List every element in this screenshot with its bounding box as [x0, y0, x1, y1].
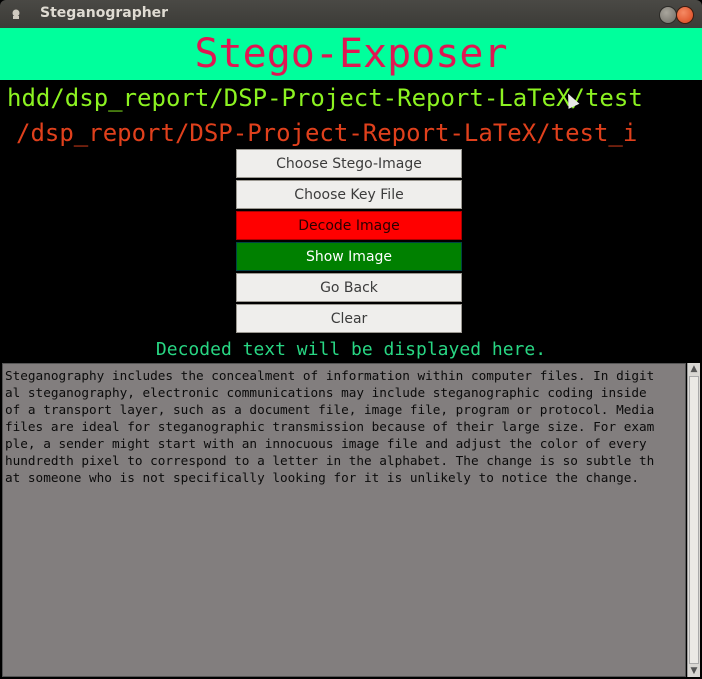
decoded-text: Steganography includes the concealment o…	[5, 368, 655, 485]
stego-image-path: hdd/dsp_report/DSP-Project-Report-LaTeX/…	[7, 84, 643, 112]
button-stack: Choose Stego-Image Choose Key File Decod…	[236, 149, 464, 333]
decode-image-button[interactable]: Decode Image	[236, 211, 462, 240]
choose-stego-image-button[interactable]: Choose Stego-Image	[236, 149, 462, 178]
close-icon[interactable]	[676, 6, 694, 24]
clear-button[interactable]: Clear	[236, 304, 462, 333]
scrollbar-thumb[interactable]	[689, 376, 699, 664]
go-back-button[interactable]: Go Back	[236, 273, 462, 302]
minimize-icon[interactable]	[659, 6, 677, 24]
app-icon	[12, 9, 20, 19]
decoded-text-area[interactable]: Steganography includes the concealment o…	[2, 363, 686, 677]
key-file-path: /dsp_report/DSP-Project-Report-LaTeX/tes…	[16, 119, 638, 147]
page-title: Stego-Exposer	[194, 31, 508, 77]
window-title: Steganographer	[40, 5, 169, 21]
show-image-button[interactable]: Show Image	[236, 242, 462, 271]
scrollbar[interactable]: ▲ ▼	[687, 363, 700, 677]
scroll-up-icon[interactable]: ▲	[688, 363, 700, 375]
scroll-down-icon[interactable]: ▼	[688, 665, 700, 677]
app-header: Stego-Exposer	[0, 28, 702, 80]
status-label: Decoded text will be displayed here.	[155, 339, 547, 360]
choose-key-file-button[interactable]: Choose Key File	[236, 180, 462, 209]
window-titlebar: Steganographer	[0, 0, 702, 28]
